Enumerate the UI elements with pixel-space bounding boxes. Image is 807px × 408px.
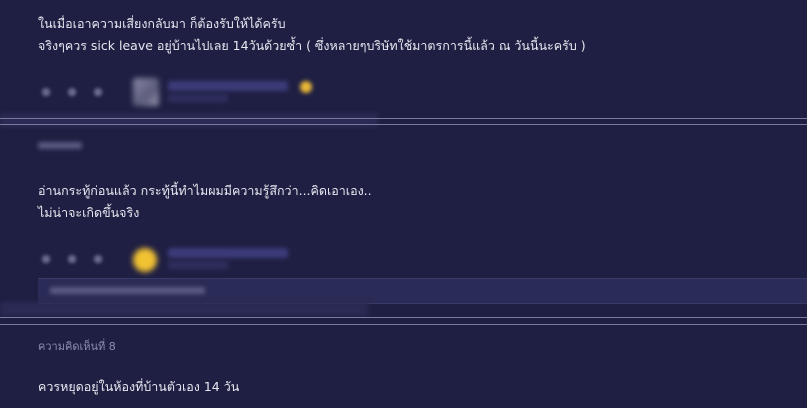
member-badge-icon	[300, 81, 312, 93]
username[interactable]	[168, 81, 288, 91]
avatar[interactable]	[133, 248, 157, 272]
divider	[0, 317, 807, 318]
username[interactable]	[168, 248, 288, 258]
thumbs-up-icon[interactable]: ●	[40, 86, 52, 98]
more-icon[interactable]: ●	[92, 253, 104, 265]
comment-text-line: จริงๆควร sick leave อยู่บ้านไปเลย 14วันด…	[38, 38, 586, 53]
blurred-region	[0, 302, 368, 316]
comment-text-line: ควรหยุดอยู่ในห้องที่บ้านตัวเอง 14 วัน	[38, 379, 240, 394]
reply-input[interactable]	[38, 278, 807, 304]
reply-text-line: อ่านกระทู้ก่อนแล้ว กระทู้นี้ทำไมผมมีความ…	[38, 183, 372, 198]
thumbs-up-icon[interactable]: ●	[40, 253, 52, 265]
avatar[interactable]	[133, 78, 159, 106]
member-id	[168, 261, 228, 269]
comment-text-line: ในเมื่อเอาความเสี่ยงกลับมา ก็ต้องรับให้ไ…	[38, 16, 286, 31]
comment-number: ความคิดเห็นที่ 8	[38, 340, 116, 353]
divider	[0, 118, 807, 119]
more-icon[interactable]: ●	[92, 86, 104, 98]
divider	[0, 124, 807, 125]
smile-icon[interactable]: ●	[66, 253, 78, 265]
reply-meta: ● ● ●	[38, 245, 338, 275]
comment-meta: ● ● ●	[38, 78, 338, 108]
thread-page: ในเมื่อเอาความเสี่ยงกลับมา ก็ต้องรับให้ไ…	[0, 0, 807, 408]
divider	[0, 324, 807, 325]
reply-text-line: ไม่น่าจะเกิดขึ้นจริง	[38, 205, 140, 220]
member-id	[168, 94, 228, 102]
reply-placeholder	[50, 287, 205, 294]
smile-icon[interactable]: ●	[66, 86, 78, 98]
reply-counter	[38, 142, 82, 149]
